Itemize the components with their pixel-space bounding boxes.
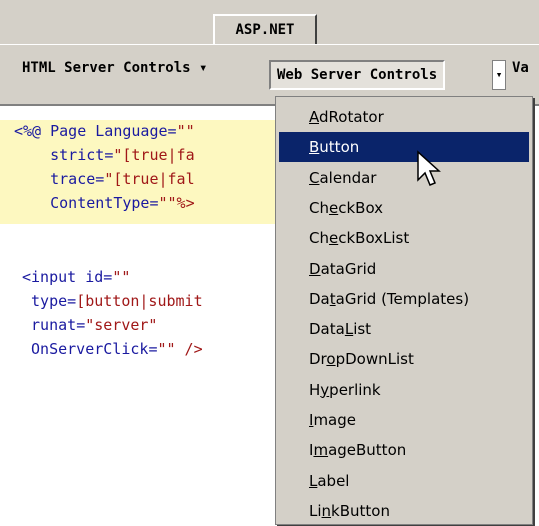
code-token-prefix bbox=[22, 292, 31, 310]
menu-item-access-key: L bbox=[344, 320, 354, 339]
menu-item-label-end: alendar bbox=[319, 168, 377, 187]
menu-item-label-end: ageButton bbox=[328, 441, 407, 460]
menu-item-access-key: m bbox=[313, 441, 329, 460]
web-server-controls-label: Web Server Controls bbox=[277, 67, 438, 83]
code-token-attribute: strict bbox=[50, 146, 105, 164]
code-token-value: "" bbox=[176, 122, 195, 140]
code-token-attribute: OnServerClick bbox=[31, 340, 149, 358]
code-token-attribute: id bbox=[85, 268, 104, 286]
web-server-controls-button[interactable]: Web Server Controls bbox=[269, 60, 446, 90]
code-token-value: ""%> bbox=[158, 194, 195, 212]
menu-item-label-end: perlink bbox=[329, 380, 381, 399]
code-token-prefix: <input bbox=[22, 268, 86, 286]
menu-item[interactable]: DropDownList bbox=[279, 344, 529, 374]
menu-item[interactable]: Image bbox=[279, 405, 529, 435]
code-token-attribute: type bbox=[31, 292, 68, 310]
code-token-equals: = bbox=[104, 146, 114, 164]
menu-item[interactable]: Calendar bbox=[279, 163, 529, 193]
code-token-value: "server" bbox=[85, 316, 158, 334]
menu-item-access-key: C bbox=[309, 168, 320, 187]
code-token-equals: = bbox=[76, 316, 86, 334]
menu-item-label-end: ckBoxList bbox=[338, 229, 410, 248]
menu-item-label-end: ckBox bbox=[338, 198, 384, 217]
code-line: runat="server" bbox=[22, 316, 157, 334]
menu-item[interactable]: LinkButton bbox=[279, 496, 529, 526]
code-token-equals: = bbox=[149, 194, 159, 212]
code-token-value: [button|submit bbox=[76, 292, 203, 310]
html-server-controls-button[interactable]: HTML Server Controls ▾ bbox=[22, 60, 207, 90]
menu-item-label-end: aGrid (Templates) bbox=[335, 289, 470, 308]
code-line: ContentType=""%> bbox=[14, 194, 195, 212]
html-server-controls-label: HTML Server Controls bbox=[22, 60, 191, 76]
validation-controls-button[interactable]: Va bbox=[512, 60, 529, 90]
code-token-value: "" /> bbox=[157, 340, 203, 358]
menu-item-access-key: n bbox=[321, 501, 332, 520]
menu-item[interactable]: Button bbox=[279, 132, 529, 163]
code-token-equals: = bbox=[103, 268, 113, 286]
menu-item-label-end: mage bbox=[313, 411, 356, 429]
menu-item[interactable]: Label bbox=[279, 466, 529, 496]
code-token-prefix bbox=[14, 146, 50, 164]
code-token-prefix: <%@ Page bbox=[14, 122, 96, 140]
menu-item-access-key: A bbox=[309, 108, 319, 126]
menu-item-label-end: dRotator bbox=[319, 108, 384, 126]
code-token-prefix bbox=[14, 194, 50, 212]
mouse-pointer-icon bbox=[417, 150, 441, 186]
code-token-value: "" bbox=[112, 268, 131, 286]
menu-item-access-key: B bbox=[309, 138, 320, 157]
code-token-attribute: trace bbox=[50, 170, 96, 188]
code-line: OnServerClick="" /> bbox=[22, 340, 203, 358]
menu-item-access-key: o bbox=[326, 350, 336, 369]
menu-item[interactable]: AdRotator bbox=[279, 102, 529, 132]
menu-item[interactable]: DataGrid (Templates) bbox=[279, 284, 529, 314]
web-controls-dropdown-arrow-icon[interactable]: ▾ bbox=[492, 60, 506, 90]
menu-item[interactable]: DataGrid bbox=[279, 254, 529, 284]
code-line: strict="[true|fa bbox=[14, 146, 195, 164]
menu-item-access-key: e bbox=[328, 198, 339, 217]
menu-item-label-end: kButton bbox=[331, 501, 390, 520]
menu-item-label-start: H bbox=[309, 380, 321, 399]
code-token-attribute: ContentType bbox=[50, 194, 150, 212]
code-line: <%@ Page Language="" bbox=[14, 122, 195, 140]
menu-item-label-start: Ch bbox=[309, 229, 329, 248]
menu-item[interactable]: ImageButton bbox=[279, 435, 529, 465]
code-token-value: "[true|fa bbox=[113, 146, 195, 164]
menu-item[interactable]: CheckBoxList bbox=[279, 223, 529, 253]
tab-aspnet[interactable]: ASP.NET bbox=[213, 14, 317, 44]
menu-item-label-end: pDownList bbox=[335, 350, 414, 369]
menu-item-label-end: utton bbox=[319, 138, 360, 157]
code-token-prefix bbox=[22, 340, 31, 358]
code-token-prefix bbox=[22, 316, 31, 334]
tab-strip: ASP.NET bbox=[0, 0, 539, 44]
menu-item-label-start: Data bbox=[309, 320, 345, 339]
code-line: trace="[true|fal bbox=[14, 170, 195, 188]
menu-item-access-key: e bbox=[328, 229, 339, 248]
menu-item-label-start: Da bbox=[309, 289, 330, 308]
code-line: <input id="" bbox=[22, 268, 130, 286]
validation-controls-label: Va bbox=[512, 60, 529, 76]
menu-item-label-start: Ch bbox=[309, 198, 329, 217]
code-line: type=[button|submit bbox=[22, 292, 203, 310]
menu-item-access-key: y bbox=[320, 380, 330, 399]
menu-item-label-start: Li bbox=[309, 501, 322, 520]
menu-item[interactable]: CheckBox bbox=[279, 193, 529, 223]
code-token-equals: = bbox=[167, 122, 177, 140]
menu-item-label-end: abel bbox=[317, 471, 350, 490]
menu-item[interactable]: Hyperlink bbox=[279, 375, 529, 405]
code-token-attribute: Language bbox=[95, 122, 168, 140]
code-token-equals: = bbox=[95, 170, 105, 188]
menu-item-access-key: D bbox=[309, 259, 321, 278]
web-server-controls-menu: AdRotator Button Calendar CheckBox CheckBoxL… bbox=[275, 96, 533, 525]
code-token-prefix bbox=[14, 170, 50, 188]
dropdown-arrow-icon: ▾ bbox=[199, 60, 208, 76]
menu-item[interactable]: DataList bbox=[279, 314, 529, 344]
code-token-equals: = bbox=[67, 292, 77, 310]
code-token-attribute: runat bbox=[31, 316, 77, 334]
menu-item-label-start: Dr bbox=[309, 350, 327, 369]
menu-item-label-end: ist bbox=[353, 320, 372, 339]
code-token-value: "[true|fal bbox=[104, 170, 195, 188]
menu-item-label-end: ataGrid bbox=[320, 259, 377, 278]
